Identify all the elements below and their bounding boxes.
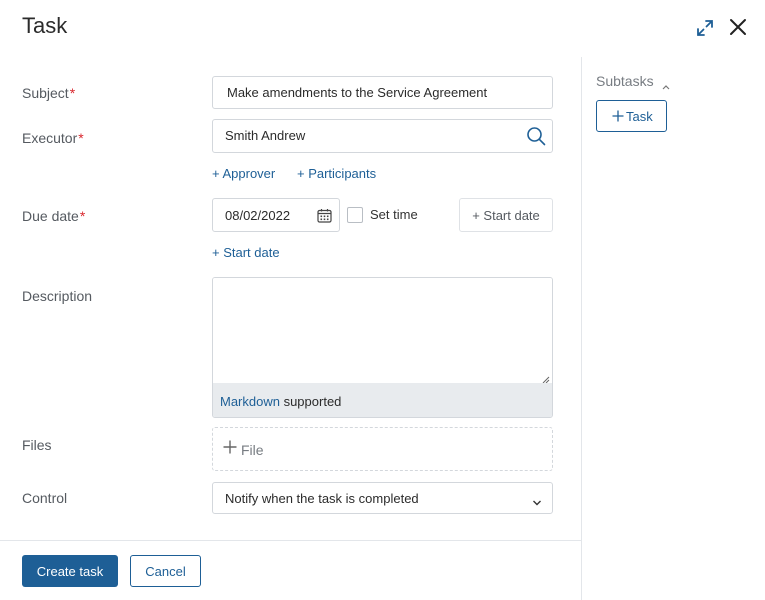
chevron-up-icon[interactable] [662,77,670,90]
add-subtask-button[interactable]: Task [596,100,667,132]
chevron-down-icon [532,494,542,506]
due-date-label: Due date* [22,208,86,224]
add-start-date-link[interactable]: + Start date [212,245,280,260]
description-editor: Markdown supported [212,277,553,418]
subject-label: Subject* [22,85,76,101]
required-mark: * [69,85,76,101]
file-upload-area[interactable]: File [212,427,553,471]
subject-value: Make amendments to the Service Agreement [227,85,488,100]
set-time-label: Set time [370,207,418,222]
subject-input[interactable]: Make amendments to the Service Agreement [212,76,553,109]
required-mark: * [78,130,84,146]
plus-icon [612,110,624,122]
required-mark: * [79,208,86,224]
expand-icon[interactable] [695,18,715,38]
add-participants-link[interactable]: + Participants [297,166,376,181]
dialog-title: Task [22,13,68,38]
control-select[interactable]: Notify when the task is completed [212,482,553,514]
panel-divider [581,57,582,600]
cancel-button[interactable]: Cancel [130,555,201,587]
subtasks-header[interactable]: Subtasks [596,73,654,89]
executor-label: Executor* [22,130,84,146]
create-task-button[interactable]: Create task [22,555,118,587]
plus-icon [222,439,238,455]
set-time-checkbox[interactable] [347,207,363,223]
markdown-suffix: supported [279,394,342,409]
due-date-input[interactable]: 08/02/2022 [212,198,340,232]
close-icon[interactable] [727,16,749,38]
description-textarea[interactable] [213,278,552,383]
due-date-value: 08/02/2022 [225,208,291,223]
calendar-icon[interactable] [317,208,332,223]
markdown-hint: Markdown supported [213,383,552,417]
resize-grip-icon[interactable] [541,371,550,384]
control-label: Control [22,490,68,506]
start-date-button[interactable]: + Start date [459,198,553,232]
markdown-link[interactable]: Markdown [220,394,280,409]
add-approver-link[interactable]: + Approver [212,166,275,181]
footer-divider [0,540,581,541]
executor-input[interactable]: Smith Andrew [212,119,553,153]
add-subtask-label: Task [626,109,653,124]
control-selected-value: Notify when the task is completed [225,491,419,506]
search-icon[interactable] [526,126,546,146]
files-label: Files [22,437,52,453]
description-label: Description [22,288,93,304]
executor-value: Smith Andrew [225,128,306,143]
add-file-label: File [241,442,264,458]
